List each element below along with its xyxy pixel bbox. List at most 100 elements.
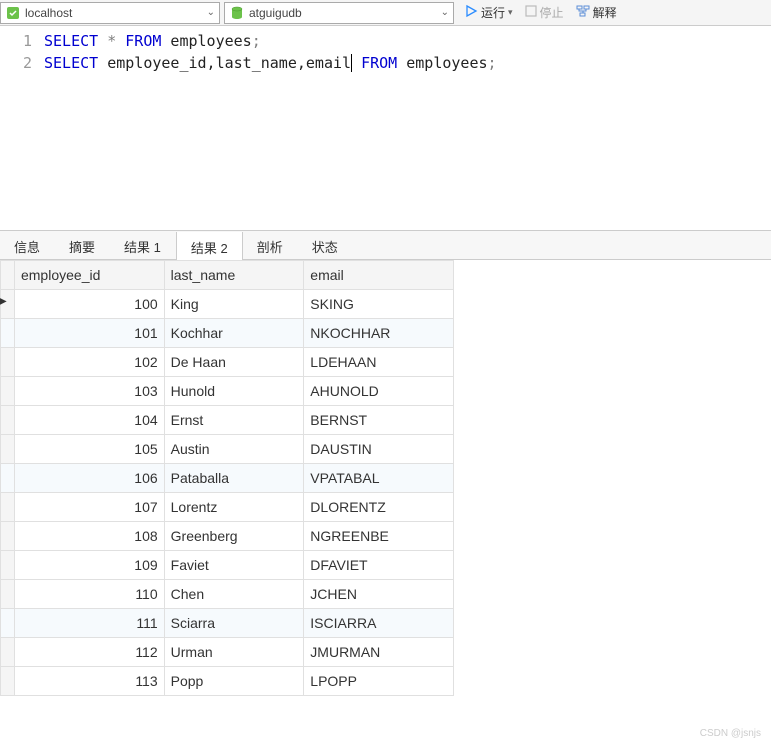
- row-header[interactable]: [1, 667, 15, 696]
- database-dropdown[interactable]: atguigudb ⌄: [224, 2, 454, 24]
- table-row[interactable]: 103HunoldAHUNOLD: [1, 377, 454, 406]
- table-row[interactable]: 101KochharNKOCHHAR: [1, 319, 454, 348]
- cell-email[interactable]: JMURMAN: [304, 638, 454, 667]
- stop-button[interactable]: 停止: [519, 1, 570, 25]
- cell-email[interactable]: AHUNOLD: [304, 377, 454, 406]
- cell-lastname[interactable]: Popp: [164, 667, 304, 696]
- result-grid[interactable]: employee_id last_name email 100KingSKING…: [0, 260, 454, 696]
- col-header-lastname[interactable]: last_name: [164, 261, 304, 290]
- cell-lastname[interactable]: Urman: [164, 638, 304, 667]
- tab-status[interactable]: 状态: [298, 231, 353, 259]
- tab-profile[interactable]: 剖析: [243, 231, 298, 259]
- connection-dropdown[interactable]: localhost ⌄: [0, 2, 220, 24]
- col-header-email[interactable]: email: [304, 261, 454, 290]
- cell-id[interactable]: 108: [14, 522, 164, 551]
- table-row[interactable]: 102De HaanLDEHAAN: [1, 348, 454, 377]
- table-row[interactable]: 100KingSKING: [1, 290, 454, 319]
- cell-lastname[interactable]: Sciarra: [164, 609, 304, 638]
- row-header[interactable]: [1, 406, 15, 435]
- row-header[interactable]: [1, 638, 15, 667]
- row-header[interactable]: [1, 464, 15, 493]
- cell-email[interactable]: JCHEN: [304, 580, 454, 609]
- cell-lastname[interactable]: Lorentz: [164, 493, 304, 522]
- row-header[interactable]: [1, 377, 15, 406]
- cell-email[interactable]: NGREENBE: [304, 522, 454, 551]
- tab-summary[interactable]: 摘要: [55, 231, 110, 259]
- play-icon: [464, 4, 478, 21]
- cell-lastname[interactable]: Ernst: [164, 406, 304, 435]
- editor-line: 1 SELECT * FROM employees;: [0, 30, 771, 52]
- row-header[interactable]: [1, 290, 15, 319]
- cell-email[interactable]: DFAVIET: [304, 551, 454, 580]
- tab-result2[interactable]: 结果 2: [176, 232, 243, 260]
- explain-button[interactable]: 解释: [570, 1, 623, 25]
- cell-id[interactable]: 111: [14, 609, 164, 638]
- cell-lastname[interactable]: Pataballa: [164, 464, 304, 493]
- cell-email[interactable]: LDEHAAN: [304, 348, 454, 377]
- cell-email[interactable]: NKOCHHAR: [304, 319, 454, 348]
- cell-email[interactable]: VPATABAL: [304, 464, 454, 493]
- chevron-down-icon: ⌄: [207, 7, 215, 18]
- table-row[interactable]: 106PataballaVPATABAL: [1, 464, 454, 493]
- cell-email[interactable]: DLORENTZ: [304, 493, 454, 522]
- cell-id[interactable]: 102: [14, 348, 164, 377]
- cell-lastname[interactable]: Austin: [164, 435, 304, 464]
- cell-lastname[interactable]: Greenberg: [164, 522, 304, 551]
- cell-id[interactable]: 104: [14, 406, 164, 435]
- cell-lastname[interactable]: Faviet: [164, 551, 304, 580]
- database-label: atguigudb: [249, 6, 437, 20]
- cell-email[interactable]: LPOPP: [304, 667, 454, 696]
- sql-editor[interactable]: 1 SELECT * FROM employees; 2 SELECT empl…: [0, 26, 771, 230]
- tab-result1[interactable]: 结果 1: [110, 231, 176, 259]
- cell-id[interactable]: 100: [14, 290, 164, 319]
- row-header[interactable]: [1, 435, 15, 464]
- row-header[interactable]: [1, 551, 15, 580]
- cell-email[interactable]: ISCIARRA: [304, 609, 454, 638]
- row-header[interactable]: [1, 580, 15, 609]
- table-row[interactable]: 107LorentzDLORENTZ: [1, 493, 454, 522]
- cell-lastname[interactable]: Hunold: [164, 377, 304, 406]
- table-row[interactable]: 111SciarraISCIARRA: [1, 609, 454, 638]
- cell-id[interactable]: 109: [14, 551, 164, 580]
- table-row[interactable]: 110ChenJCHEN: [1, 580, 454, 609]
- stop-icon: [525, 5, 537, 20]
- row-header[interactable]: [1, 319, 15, 348]
- cell-email[interactable]: DAUSTIN: [304, 435, 454, 464]
- row-header[interactable]: [1, 493, 15, 522]
- table-row[interactable]: 112UrmanJMURMAN: [1, 638, 454, 667]
- cell-lastname[interactable]: Chen: [164, 580, 304, 609]
- cell-id[interactable]: 106: [14, 464, 164, 493]
- row-header[interactable]: [1, 522, 15, 551]
- grid-header-row: employee_id last_name email: [1, 261, 454, 290]
- table-row[interactable]: 109FavietDFAVIET: [1, 551, 454, 580]
- cell-id[interactable]: 112: [14, 638, 164, 667]
- cell-id[interactable]: 103: [14, 377, 164, 406]
- cell-id[interactable]: 107: [14, 493, 164, 522]
- chevron-down-icon: ⌄: [441, 7, 449, 18]
- row-header[interactable]: [1, 348, 15, 377]
- cell-id[interactable]: 101: [14, 319, 164, 348]
- cell-id[interactable]: 110: [14, 580, 164, 609]
- result-tabs: 信息 摘要 结果 1 结果 2 剖析 状态: [0, 230, 771, 260]
- cell-id[interactable]: 113: [14, 667, 164, 696]
- row-header-corner: [1, 261, 15, 290]
- cell-lastname[interactable]: De Haan: [164, 348, 304, 377]
- table-row[interactable]: 105AustinDAUSTIN: [1, 435, 454, 464]
- row-header[interactable]: [1, 609, 15, 638]
- run-button[interactable]: 运行 ▾: [458, 1, 519, 25]
- line-number: 1: [0, 30, 44, 52]
- tab-info[interactable]: 信息: [0, 231, 55, 259]
- table-row[interactable]: 108GreenbergNGREENBE: [1, 522, 454, 551]
- explain-label: 解释: [593, 4, 617, 21]
- table-row[interactable]: 113PoppLPOPP: [1, 667, 454, 696]
- cell-email[interactable]: BERNST: [304, 406, 454, 435]
- cell-email[interactable]: SKING: [304, 290, 454, 319]
- cell-lastname[interactable]: King: [164, 290, 304, 319]
- cell-lastname[interactable]: Kochhar: [164, 319, 304, 348]
- cell-id[interactable]: 105: [14, 435, 164, 464]
- explain-icon: [576, 4, 590, 21]
- col-header-id[interactable]: employee_id: [14, 261, 164, 290]
- table-row[interactable]: 104ErnstBERNST: [1, 406, 454, 435]
- stop-label: 停止: [540, 4, 564, 21]
- run-label: 运行: [481, 4, 505, 21]
